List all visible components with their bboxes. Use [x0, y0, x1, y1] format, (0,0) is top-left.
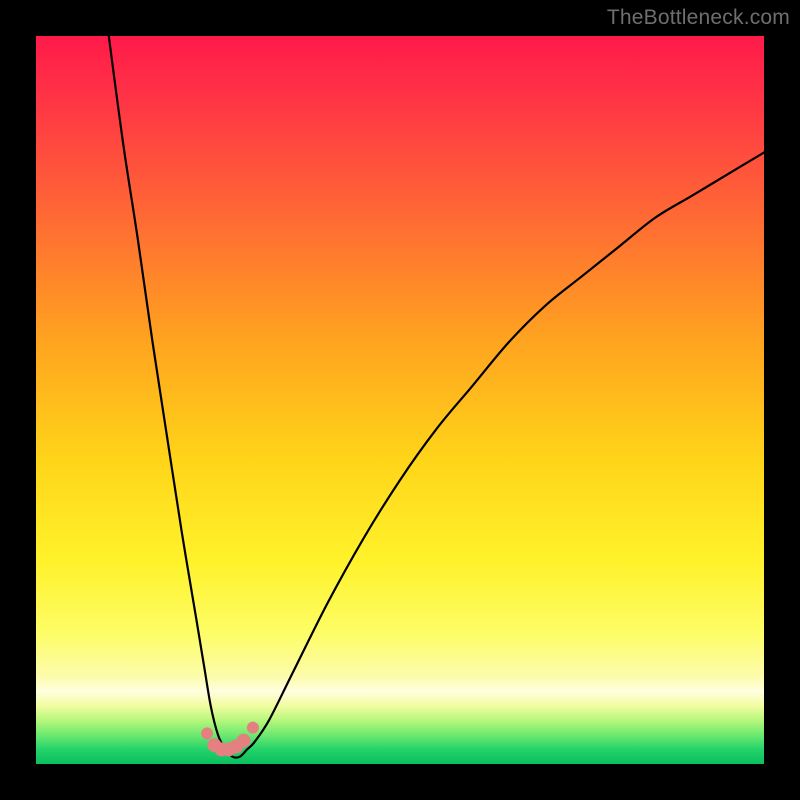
highlight-marker [237, 734, 251, 748]
highlight-marker [201, 727, 213, 739]
bottleneck-curve [109, 36, 764, 758]
highlight-marker [247, 722, 259, 734]
chart-svg [36, 36, 764, 764]
watermark-text: TheBottleneck.com [607, 6, 790, 30]
highlight-marker-group [201, 722, 259, 757]
plot-area [36, 36, 764, 764]
chart-container: TheBottleneck.com [0, 0, 800, 800]
